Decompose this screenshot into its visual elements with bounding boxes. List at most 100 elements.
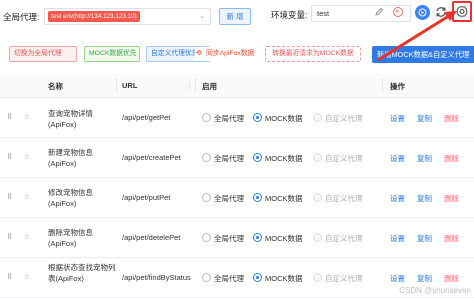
radio-custom-label: 自定义代理 <box>325 274 363 283</box>
delete-link[interactable]: 删除 <box>444 273 459 284</box>
delete-link[interactable]: 删除 <box>444 233 459 244</box>
radio-global-label: 全局代理 <box>214 114 244 123</box>
radio-global-label: 全局代理 <box>214 154 244 163</box>
row-url: /api/pet/putPet <box>122 193 171 202</box>
row-name: 修改宠物信息 (ApiFox) <box>48 188 93 208</box>
radio-mock-label: MOCK数据 <box>265 194 303 203</box>
settings-link[interactable]: 设置 <box>390 193 405 204</box>
global-proxy-select[interactable]: test env(http://134.123.123.10) ⌄ <box>44 8 211 25</box>
edit-icon[interactable] <box>374 7 384 17</box>
radio-global-label: 全局代理 <box>214 234 244 243</box>
table-row: ⠿ ☆ 修改宠物信息 (ApiFox) /api/pet/putPet 全局代理… <box>0 178 474 218</box>
copy-link[interactable]: 复制 <box>417 153 432 164</box>
refresh-icon[interactable] <box>434 5 448 19</box>
row-url: /api/pet/createPet <box>122 153 181 162</box>
radio-mock-data[interactable] <box>253 153 262 162</box>
radio-custom-proxy <box>313 233 322 242</box>
convert-recent-to-mock-button[interactable]: 转换最近请求为MOCK数据 <box>265 46 361 62</box>
add-mock-proxy-button[interactable]: 新增MOCK数据&自定义代理 <box>372 46 474 63</box>
header-url: URL <box>122 81 138 90</box>
star-icon[interactable]: ☆ <box>23 192 30 201</box>
watermark: CSDN @shunseven <box>399 286 471 295</box>
chevron-down-icon: ⌄ <box>199 13 205 20</box>
star-icon[interactable]: ☆ <box>23 272 30 281</box>
delete-link[interactable]: 删除 <box>444 153 459 164</box>
copy-link[interactable]: 复制 <box>417 113 432 124</box>
play-icon <box>418 8 427 17</box>
settings-button[interactable] <box>452 1 472 22</box>
delete-link[interactable]: 删除 <box>444 113 459 124</box>
row-name: 新建宠物信息 (ApiFox) <box>48 148 93 168</box>
radio-custom-label: 自定义代理 <box>325 194 363 203</box>
radio-custom-label: 自定义代理 <box>325 154 363 163</box>
radio-custom-label: 自定义代理 <box>325 234 363 243</box>
sync-apifox-button[interactable]: ⟲ 同步ApiFox数据 <box>195 47 255 61</box>
header-divider <box>382 78 383 93</box>
sync-apifox-label: 同步ApiFox数据 <box>206 50 255 57</box>
settings-link[interactable]: 设置 <box>390 273 405 284</box>
radio-custom-proxy <box>313 193 322 202</box>
star-icon[interactable]: ☆ <box>23 232 30 241</box>
radio-custom-label: 自定义代理 <box>325 114 363 123</box>
env-tag: test env(http://134.123.123.10) <box>48 11 140 22</box>
settings-link[interactable]: 设置 <box>390 113 405 124</box>
star-icon[interactable]: ☆ <box>23 152 30 161</box>
radio-mock-label: MOCK数据 <box>265 274 303 283</box>
drag-handle-icon[interactable]: ⠿ <box>7 273 15 283</box>
radio-global-proxy[interactable] <box>202 113 211 122</box>
copy-link[interactable]: 复制 <box>417 233 432 244</box>
radio-global-label: 全局代理 <box>214 194 244 203</box>
mock-first-button[interactable]: MOCK数据优先 <box>84 46 140 62</box>
row-url: /api/pet/detelePet <box>122 233 181 242</box>
radio-global-proxy[interactable] <box>202 153 211 162</box>
row-name: 查询宠物详情 (ApiFox) <box>48 109 93 129</box>
settings-link[interactable]: 设置 <box>390 233 405 244</box>
radio-global-label: 全局代理 <box>214 274 244 283</box>
radio-global-proxy[interactable] <box>202 193 211 202</box>
gear-icon <box>456 5 468 18</box>
global-proxy-label: 全局代理: <box>3 12 40 22</box>
table-row: ⠿ ☆ 查询宠物详情 (ApiFox) /api/pet/getPet 全局代理… <box>0 98 474 138</box>
radio-mock-data[interactable] <box>253 193 262 202</box>
drag-handle-icon[interactable]: ⠿ <box>7 233 15 243</box>
copy-link[interactable]: 复制 <box>417 193 432 204</box>
radio-mock-label: MOCK数据 <box>265 114 303 123</box>
row-name: 删除宠物信息 (ApiFox) <box>48 228 93 248</box>
settings-link[interactable]: 设置 <box>390 153 405 164</box>
radio-mock-data[interactable] <box>253 233 262 242</box>
radio-custom-proxy <box>313 113 322 122</box>
close-circle-icon[interactable] <box>393 7 403 17</box>
header-ops: 操作 <box>390 82 405 91</box>
table-header: 名称 URL ⋮ 启用 操作 <box>0 73 474 98</box>
env-var-label: 环境变量: <box>271 10 308 20</box>
table-row: ⠿ ☆ 删除宠物信息 (ApiFox) /api/pet/detelePet 全… <box>0 218 474 258</box>
radio-custom-proxy <box>313 273 322 282</box>
switch-global-proxy-button[interactable]: 切换为全局代理 <box>9 46 77 62</box>
copy-link[interactable]: 复制 <box>417 273 432 284</box>
header-divider <box>116 78 117 93</box>
new-env-button[interactable]: 新 增 <box>219 8 251 25</box>
radio-mock-data[interactable] <box>253 113 262 122</box>
row-url: /api/pet/getPet <box>122 113 171 122</box>
drag-handle-icon[interactable]: ⠿ <box>7 193 15 203</box>
delete-link[interactable]: 删除 <box>444 193 459 204</box>
header-divider <box>195 78 196 93</box>
run-button[interactable] <box>415 5 430 20</box>
drag-handle-icon[interactable]: ⠿ <box>7 153 15 163</box>
radio-global-proxy[interactable] <box>202 233 211 242</box>
radio-custom-proxy <box>313 153 322 162</box>
radio-mock-data[interactable] <box>253 273 262 282</box>
sync-icon: ⟲ <box>196 50 202 57</box>
api-table: 名称 URL ⋮ 启用 操作 ⠿ ☆ 查询宠物详情 (ApiFox) /api/… <box>0 73 474 298</box>
proxy-toolbar: 全局代理: test env(http://134.123.123.10) ⌄ … <box>0 0 474 34</box>
header-name: 名称 <box>48 82 63 91</box>
drag-handle-icon[interactable]: ⠿ <box>7 113 15 123</box>
table-row: ⠿ ☆ 新建宠物信息 (ApiFox) /api/pet/createPet 全… <box>0 138 474 178</box>
radio-global-proxy[interactable] <box>202 273 211 282</box>
star-icon[interactable]: ☆ <box>23 112 30 121</box>
action-toolbar: 切换为全局代理 MOCK数据优先 自定义代理优先 ⟲ 同步ApiFox数据 转换最… <box>0 46 474 64</box>
row-name: 根据状态查找宠物列表(ApiFox) <box>48 263 116 283</box>
info-icon: ⋮ <box>186 81 194 90</box>
env-var-value: test <box>317 9 330 18</box>
radio-mock-label: MOCK数据 <box>265 234 303 243</box>
